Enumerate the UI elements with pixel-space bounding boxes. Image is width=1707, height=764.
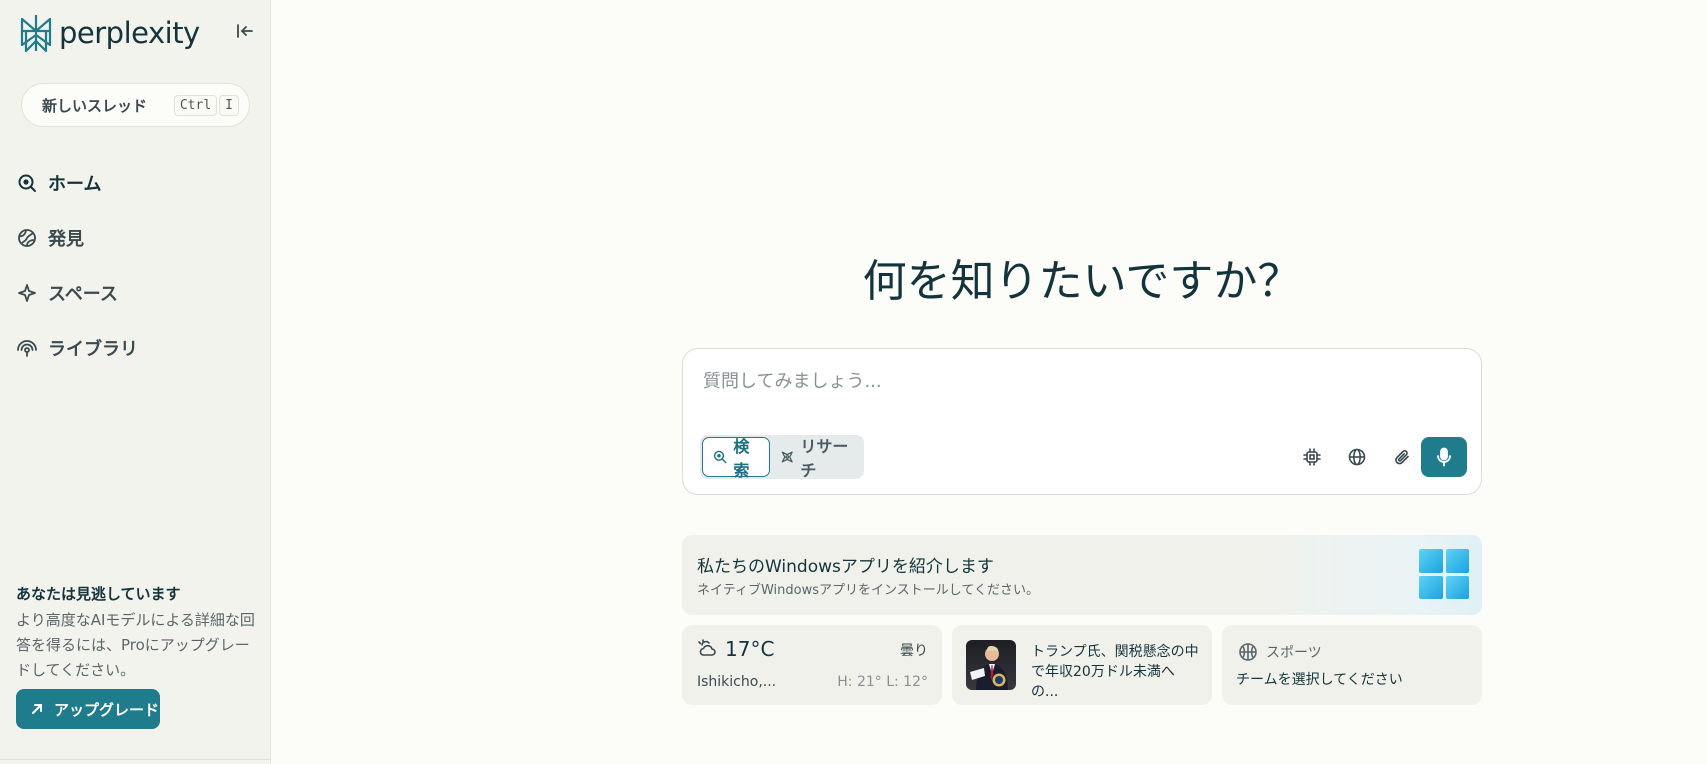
windows-app-promo[interactable]: 私たちのWindowsアプリを紹介します ネイティブWindowsアプリをインス… bbox=[682, 535, 1482, 615]
globe-icon bbox=[16, 227, 38, 249]
cloud-sun-icon bbox=[698, 639, 716, 656]
news-headline: トランプ氏、関税懸念の中で年収20万ドル未満への... bbox=[1031, 644, 1199, 700]
sidebar-item-home[interactable]: ホーム bbox=[16, 155, 256, 210]
page-title: 何を知りたいですか？ bbox=[862, 256, 1302, 307]
news-card[interactable]: トランプ氏、関税懸念の中で年収20万ドル未満への... bbox=[952, 625, 1212, 705]
model-select-button[interactable] bbox=[1296, 441, 1328, 473]
search-circle-icon bbox=[16, 172, 38, 194]
mode-research-button[interactable]: リサーチ bbox=[770, 437, 862, 480]
weather-high-low: H: 21° L: 12° bbox=[837, 674, 928, 690]
shortcut-key-ctrl: Ctrl bbox=[173, 94, 218, 116]
paperclip-icon bbox=[1395, 450, 1409, 465]
weather-temperature: 17°C bbox=[725, 637, 775, 661]
sidebar: perplexity 新しいスレッド Ctrl I ホーム 発見 スペース ライ… bbox=[0, 0, 271, 764]
sidebar-item-discover[interactable]: 発見 bbox=[16, 210, 256, 265]
weather-condition: 曇り bbox=[900, 643, 928, 659]
search-icon bbox=[713, 450, 727, 464]
new-thread-label: 新しいスレッド bbox=[42, 96, 148, 115]
composer: 検索 リサーチ bbox=[682, 348, 1482, 495]
sports-label: スポーツ bbox=[1266, 645, 1322, 661]
sidebar-item-spaces[interactable]: スペース bbox=[16, 265, 256, 320]
new-thread-button[interactable]: 新しいスレッド Ctrl I bbox=[21, 83, 250, 127]
weather-card[interactable]: 17°C 曇り Ishikicho,... H: 21° L: 12° bbox=[682, 625, 942, 705]
perplexity-logo-icon bbox=[20, 15, 52, 53]
basketball-icon bbox=[1239, 643, 1257, 661]
logo[interactable]: perplexity bbox=[19, 12, 200, 54]
weather-location: Ishikicho,... bbox=[697, 674, 777, 690]
collapse-left-icon bbox=[237, 24, 253, 38]
sidebar-item-label: ライブラリ bbox=[48, 338, 138, 360]
promo-title: 私たちのWindowsアプリを紹介します bbox=[697, 557, 994, 577]
upgrade-button[interactable]: アップグレード bbox=[16, 689, 160, 729]
news-thumbnail bbox=[966, 640, 1016, 690]
shortcut-key-i: I bbox=[219, 94, 239, 116]
logo-text: perplexity bbox=[59, 16, 200, 50]
library-icon bbox=[16, 337, 38, 359]
collapse-sidebar-button[interactable] bbox=[234, 20, 256, 42]
sports-subtitle: チームを選択してください bbox=[1236, 672, 1403, 688]
mode-search-button[interactable]: 検索 bbox=[702, 437, 770, 480]
sidebar-item-label: ホーム bbox=[48, 173, 102, 195]
promo-subtitle: ネイティブWindowsアプリをインストールしてください。 bbox=[697, 583, 1039, 598]
upsell-title: あなたは見逃しています bbox=[16, 585, 181, 603]
sources-button[interactable] bbox=[1341, 441, 1373, 473]
sidebar-item-label: スペース bbox=[48, 283, 118, 305]
upgrade-button-label: アップグレード bbox=[54, 700, 160, 719]
upsell-panel: あなたは見逃しています より高度なAIモデルによる詳細な回答を得るには、Proに… bbox=[16, 583, 261, 683]
mode-search-label: 検索 bbox=[733, 437, 750, 480]
mode-toggle: 検索 リサーチ bbox=[700, 435, 864, 480]
sidebar-nav: ホーム 発見 スペース ライブラリ bbox=[16, 155, 256, 375]
sidebar-item-library[interactable]: ライブラリ bbox=[16, 320, 256, 375]
globe-icon bbox=[1348, 448, 1366, 466]
microphone-icon bbox=[1437, 447, 1451, 467]
sports-card[interactable]: スポーツ チームを選択してください bbox=[1222, 625, 1482, 705]
model-chip-icon bbox=[1303, 448, 1321, 466]
upsell-body: より高度なAIモデルによる詳細な回答を得るには、Proにアップグレードしてくださ… bbox=[16, 611, 255, 679]
sparkle-icon bbox=[16, 282, 38, 304]
mode-research-label: リサーチ bbox=[800, 437, 849, 480]
voice-input-button[interactable] bbox=[1421, 437, 1467, 477]
attach-file-button[interactable] bbox=[1386, 441, 1418, 473]
research-icon bbox=[781, 451, 793, 463]
sidebar-item-label: 発見 bbox=[48, 228, 84, 250]
divider bbox=[0, 759, 271, 760]
new-thread-shortcut: Ctrl I bbox=[173, 94, 239, 116]
windows-logo-icon bbox=[1419, 549, 1469, 599]
question-input[interactable] bbox=[703, 365, 1463, 397]
arrow-up-right-icon bbox=[32, 704, 42, 714]
